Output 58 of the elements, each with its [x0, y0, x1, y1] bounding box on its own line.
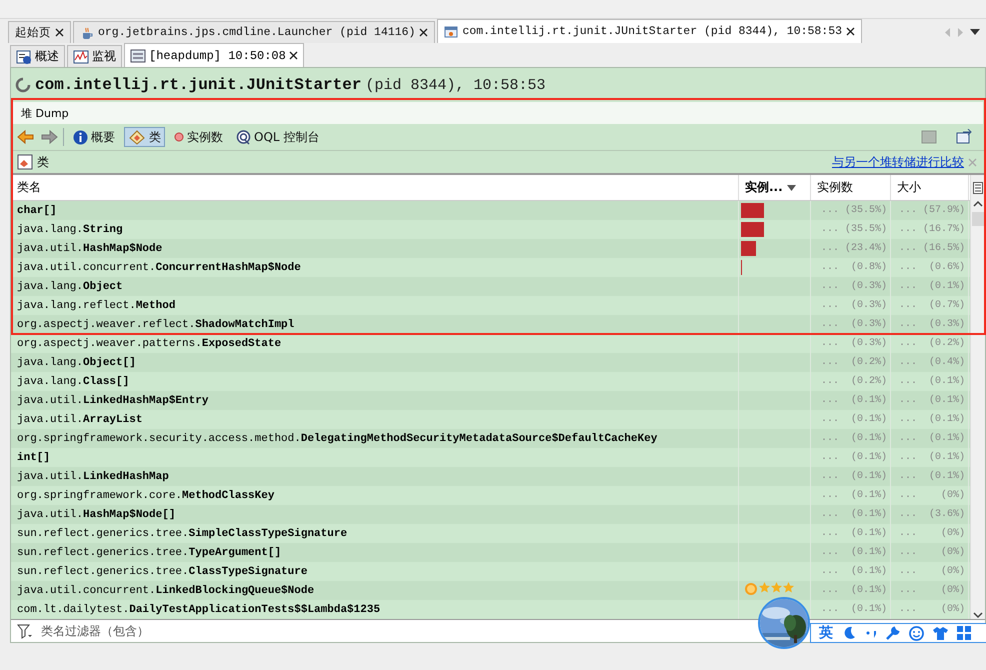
- view-button[interactable]: 类: [124, 127, 165, 147]
- back-arrow-icon[interactable]: [17, 129, 35, 145]
- sun-icon: [744, 582, 758, 596]
- tab[interactable]: com.intellij.rt.junit.JUnitStarter (pid 8344), 10:58:53: [437, 19, 862, 43]
- star-icon: [771, 582, 782, 593]
- close-icon[interactable]: [55, 28, 64, 37]
- grid-icon[interactable]: [957, 626, 971, 640]
- tab[interactable]: 起始页: [8, 21, 71, 43]
- smiley-icon[interactable]: [909, 626, 924, 640]
- filter-icon[interactable]: [17, 624, 33, 638]
- column-header[interactable]: 实例数: [811, 175, 891, 200]
- column-header[interactable]: 实例...: [739, 175, 811, 200]
- application-icon: [444, 24, 458, 38]
- section-title: 类: [37, 154, 49, 170]
- tab[interactable]: [heapdump] 10:50:08: [124, 43, 304, 67]
- close-icon[interactable]: [288, 51, 298, 60]
- app-subtitle: (pid 8344), 10:58:53: [365, 76, 546, 94]
- export-icon[interactable]: [955, 129, 973, 145]
- moon-icon[interactable]: [842, 626, 856, 640]
- info-icon: [73, 130, 88, 144]
- classes-icon: [128, 129, 146, 145]
- view-button[interactable]: OQL 控制台: [232, 127, 324, 147]
- input-mode-label[interactable]: 英: [819, 624, 833, 642]
- tab[interactable]: 概述: [10, 45, 65, 67]
- compare-link[interactable]: 与另一个堆转储进行比较: [832, 154, 964, 170]
- column-chooser-icon[interactable]: [973, 182, 983, 194]
- scroll-up-icon[interactable]: [973, 200, 983, 208]
- app-title: com.intellij.rt.junit.JUnitStarter: [35, 76, 362, 94]
- shirt-icon[interactable]: [933, 626, 948, 640]
- scrollbar[interactable]: [970, 175, 985, 619]
- sort-descending-icon: [786, 184, 796, 190]
- wrench-icon[interactable]: [886, 626, 900, 640]
- overview-icon: [16, 48, 32, 64]
- query-icon: [236, 130, 251, 144]
- dropdown-icon[interactable]: [970, 29, 980, 36]
- view-button[interactable]: 概要: [69, 127, 119, 147]
- table-cell: ... (0.3%): [811, 315, 891, 334]
- tab[interactable]: org.jetbrains.jps.cmdline.Launcher (pid 14116): [73, 21, 436, 43]
- dot-icon: [174, 132, 184, 142]
- coffee-cup-icon: [80, 26, 94, 40]
- panel-title: 堆 Dump: [21, 106, 69, 120]
- loading-spinner-icon: [15, 77, 31, 93]
- table-cell: ... (0.3%): [891, 315, 969, 334]
- classes-view-icon: [17, 154, 33, 170]
- chart-icon: [73, 48, 89, 64]
- tab[interactable]: 监视: [67, 45, 122, 67]
- table-cell: org.aspectj.weaver.reflect.ShadowMatchImpl: [11, 315, 739, 334]
- star-icon: [783, 582, 794, 593]
- close-icon[interactable]: [419, 28, 428, 37]
- star-icon: [759, 582, 770, 593]
- view-button[interactable]: 实例数: [170, 127, 227, 147]
- filter-input[interactable]: 类名过滤器（包含）: [39, 623, 751, 639]
- close-icon[interactable]: [846, 27, 856, 36]
- scrollbar-thumb[interactable]: [972, 212, 984, 226]
- heap-icon: [130, 48, 146, 64]
- column-header[interactable]: 大小: [891, 175, 969, 200]
- scroll-down-icon[interactable]: [973, 611, 983, 619]
- column-header[interactable]: 类名: [11, 175, 739, 200]
